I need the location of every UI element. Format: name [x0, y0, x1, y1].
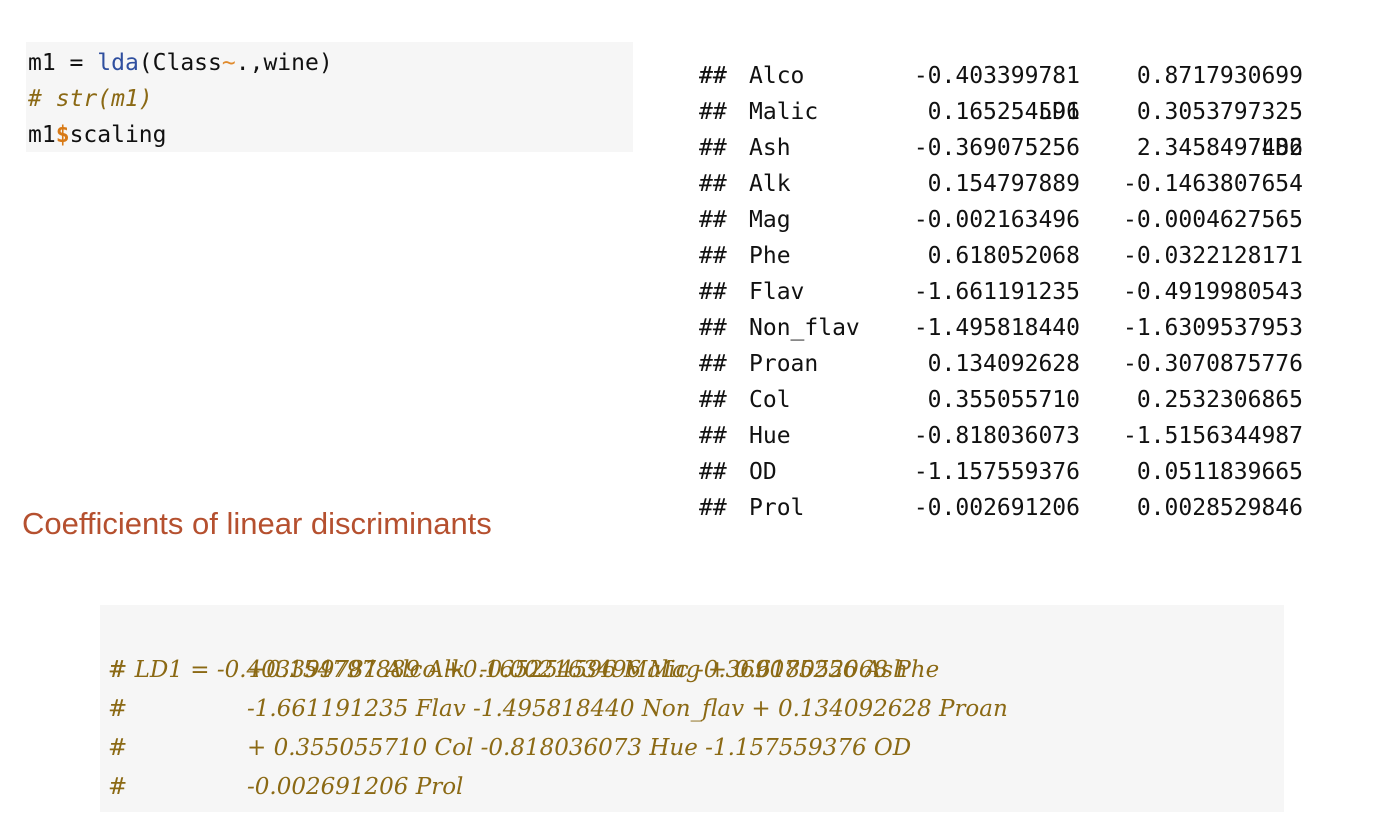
ld1-value: -1.661191235 — [913, 279, 1080, 305]
equation-hash: # — [108, 774, 128, 800]
code-text: m1 = — [28, 50, 98, 76]
output-row: ## Flav -1.661191235 -0.4919980543 — [699, 274, 1305, 310]
ld1-value: 0.134092628 — [927, 351, 1080, 377]
code-line-lda: m1 = lda(Class~.,wine) — [28, 45, 633, 81]
equation-line: # -1.661191235 Flav -1.495818440 Non_flav… — [108, 690, 1284, 729]
ld1-value: 0.165254596 — [927, 99, 1080, 125]
equation-line: # + 0.355055710 Col -0.818036073 Hue -1.1… — [108, 729, 1284, 768]
row-name: Malic — [749, 99, 819, 125]
ld2-value: -0.0004627565 — [1122, 207, 1303, 233]
output-hash: ## — [699, 351, 727, 377]
output-hash: ## — [699, 315, 727, 341]
ld1-value: -0.002163496 — [913, 207, 1080, 233]
output-hash: ## — [699, 495, 727, 521]
output-hash: ## — [699, 459, 727, 485]
output-row: ## Non_flav -1.495818440 -1.6309537953 — [699, 310, 1305, 346]
output-hash: ## — [699, 243, 727, 269]
row-name: Non_flav — [749, 315, 860, 341]
equation-text: + 0.355055710 Col -0.818036073 Hue -1.15… — [247, 735, 912, 761]
code-text: (Class — [138, 50, 222, 76]
output-row: ## OD -1.157559376 0.0511839665 — [699, 454, 1305, 490]
ld1-value: 0.154797889 — [927, 171, 1080, 197]
row-name: Flav — [749, 279, 805, 305]
code-text: m1 — [28, 122, 56, 148]
row-name: Phe — [749, 243, 791, 269]
equation-line: # -0.002691206 Prol — [108, 768, 1284, 807]
ld1-value: -1.495818440 — [913, 315, 1080, 341]
code-line-scaling: m1$scaling — [28, 117, 633, 153]
equation-text: +0.154797889 Alk -0.002163496 Mag + 0.61… — [247, 657, 940, 683]
code-chunk: m1 = lda(Class~.,wine) # str(m1) m1$scal… — [26, 42, 633, 152]
output-row: ## Proan 0.134092628 -0.3070875776 — [699, 346, 1305, 382]
caption-title: Coefficients of linear discriminants — [22, 506, 492, 541]
ld1-value: -0.369075256 — [913, 135, 1080, 161]
equation-continuation: # +0.154797889 Alk -0.002163496 Mag + 0.6… — [108, 651, 1284, 807]
output-row: ## Phe 0.618052068 -0.0322128171 — [699, 238, 1305, 274]
ld2-value: -1.5156344987 — [1122, 423, 1303, 449]
scaling-output: ## LD1 LD2 ## Alco -0.403399781 0.871793069… — [699, 22, 1305, 526]
ld2-value: 2.3458497486 — [1136, 135, 1303, 161]
ld2-value: -0.0322128171 — [1122, 243, 1303, 269]
row-name: Proan — [749, 351, 819, 377]
output-header-row: ## LD1 LD2 — [699, 22, 1305, 161]
ld2-value: -0.3070875776 — [1122, 351, 1303, 377]
equation-hash: # — [108, 657, 128, 683]
output-hash: ## — [699, 387, 727, 413]
output-rows: ## Alco -0.403399781 0.8717930699 ## Malic 0.1… — [699, 58, 1305, 526]
code-text: .,wine) — [235, 50, 333, 76]
row-name: Alco — [749, 63, 805, 89]
equation-text: -1.661191235 Flav -1.495818440 Non_flav … — [247, 696, 1008, 722]
equation-comment-block: # LD1 = -0.403399781 Alco +0.165254596 M… — [100, 605, 1284, 812]
ld2-value: -0.4919980543 — [1122, 279, 1303, 305]
output-hash: ## — [699, 135, 727, 161]
output-row: ## Hue -0.818036073 -1.5156344987 — [699, 418, 1305, 454]
output-hash: ## — [699, 99, 727, 125]
row-name: Alk — [749, 171, 791, 197]
equation-hash: # — [108, 696, 128, 722]
ld2-value: -1.6309537953 — [1122, 315, 1303, 341]
ld2-value: 0.3053797325 — [1136, 99, 1303, 125]
row-name: Hue — [749, 423, 791, 449]
ld2-value: 0.2532306865 — [1136, 387, 1303, 413]
output-hash: ## — [699, 279, 727, 305]
ld2-value: 0.0511839665 — [1136, 459, 1303, 485]
ld1-value: -0.403399781 — [913, 63, 1080, 89]
ld1-value: 0.355055710 — [927, 387, 1080, 413]
code-text: scaling — [69, 122, 167, 148]
ld1-value: 0.618052068 — [927, 243, 1080, 269]
row-name: Col — [749, 387, 791, 413]
output-row: ## Ash -0.369075256 2.3458497486 — [699, 130, 1305, 166]
ld1-value: -0.818036073 — [913, 423, 1080, 449]
tilde-operator: ~ — [221, 50, 236, 76]
ld1-value: -0.002691206 — [913, 495, 1080, 521]
row-name: Ash — [749, 135, 791, 161]
output-hash: ## — [699, 63, 727, 89]
function-name: lda — [97, 50, 139, 76]
output-row: ## Prol -0.002691206 0.0028529846 — [699, 490, 1305, 526]
ld1-value: -1.157559376 — [913, 459, 1080, 485]
equation-line: # LD1 = -0.403399781 Alco +0.165254596 M… — [108, 612, 1284, 683]
output-row: ## Malic 0.165254596 0.3053797325 — [699, 94, 1305, 130]
row-name: Prol — [749, 495, 805, 521]
ld2-value: 0.0028529846 — [1136, 495, 1303, 521]
output-row: ## Alk 0.154797889 -0.1463807654 — [699, 166, 1305, 202]
output-hash: ## — [699, 207, 727, 233]
equation-line: # +0.154797889 Alk -0.002163496 Mag + 0.6… — [108, 651, 1284, 690]
dollar-operator: $ — [55, 122, 70, 148]
row-name: Mag — [749, 207, 791, 233]
ld2-value: -0.1463807654 — [1122, 171, 1303, 197]
output-hash: ## — [699, 423, 727, 449]
equation-text: -0.002691206 Prol — [247, 774, 464, 800]
output-row: ## Alco -0.403399781 0.8717930699 — [699, 58, 1305, 94]
output-row: ## Mag -0.002163496 -0.0004627565 — [699, 202, 1305, 238]
row-name: OD — [749, 459, 777, 485]
ld2-value: 0.8717930699 — [1136, 63, 1303, 89]
equation-hash: # — [108, 735, 128, 761]
output-hash: ## — [699, 171, 727, 197]
code-line-comment: # str(m1) — [28, 86, 153, 112]
output-row: ## Col 0.355055710 0.2532306865 — [699, 382, 1305, 418]
